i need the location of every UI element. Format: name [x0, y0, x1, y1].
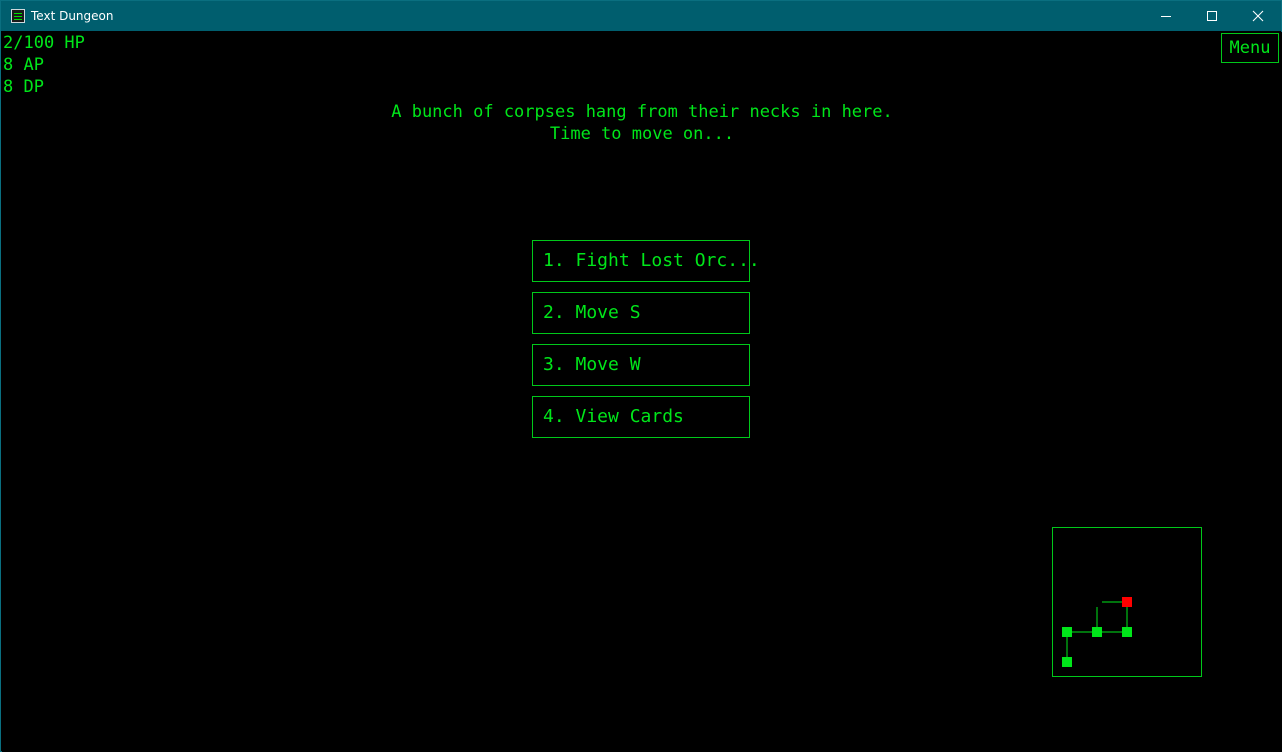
minimize-icon [1161, 16, 1171, 17]
hp-stat: 2/100 HP [3, 33, 85, 53]
room-description: A bunch of corpses hang from their necks… [2, 101, 1282, 145]
minimap-room-visited [1092, 627, 1102, 637]
close-button[interactable] [1235, 1, 1281, 31]
minimize-button[interactable] [1143, 1, 1189, 31]
action-move-west-button[interactable]: 3. Move W [532, 344, 750, 386]
close-icon [1252, 10, 1264, 22]
minimap-room-visited [1062, 657, 1072, 667]
dungeon-minimap [1052, 527, 1202, 677]
window-title: Text Dungeon [31, 9, 114, 23]
terminal-app-icon [11, 9, 25, 23]
description-line-1: A bunch of corpses hang from their necks… [391, 102, 893, 122]
maximize-button[interactable] [1189, 1, 1235, 31]
app-window: Text Dungeon 2/100 HP 8 AP 8 DP Menu A b… [0, 0, 1282, 752]
action-fight-button[interactable]: 1. Fight Lost Orc... [532, 240, 760, 282]
menu-button[interactable]: Menu [1221, 33, 1279, 63]
minimap-room-current [1122, 597, 1132, 607]
dp-stat: 8 DP [3, 77, 44, 97]
action-list: 1. Fight Lost Orc... 2. Move S 3. Move W… [532, 240, 760, 448]
action-move-south-button[interactable]: 2. Move S [532, 292, 750, 334]
minimap-room-visited [1062, 627, 1072, 637]
game-screen: 2/100 HP 8 AP 8 DP Menu A bunch of corps… [2, 32, 1282, 752]
maximize-icon [1207, 11, 1217, 21]
ap-stat: 8 AP [3, 55, 44, 75]
action-view-cards-button[interactable]: 4. View Cards [532, 396, 750, 438]
title-bar[interactable]: Text Dungeon [1, 1, 1281, 31]
minimap-room-visited [1122, 627, 1132, 637]
minimap-graphic [1062, 597, 1132, 667]
player-stats: 2/100 HP 8 AP 8 DP [3, 32, 85, 98]
description-line-2: Time to move on... [549, 124, 735, 144]
